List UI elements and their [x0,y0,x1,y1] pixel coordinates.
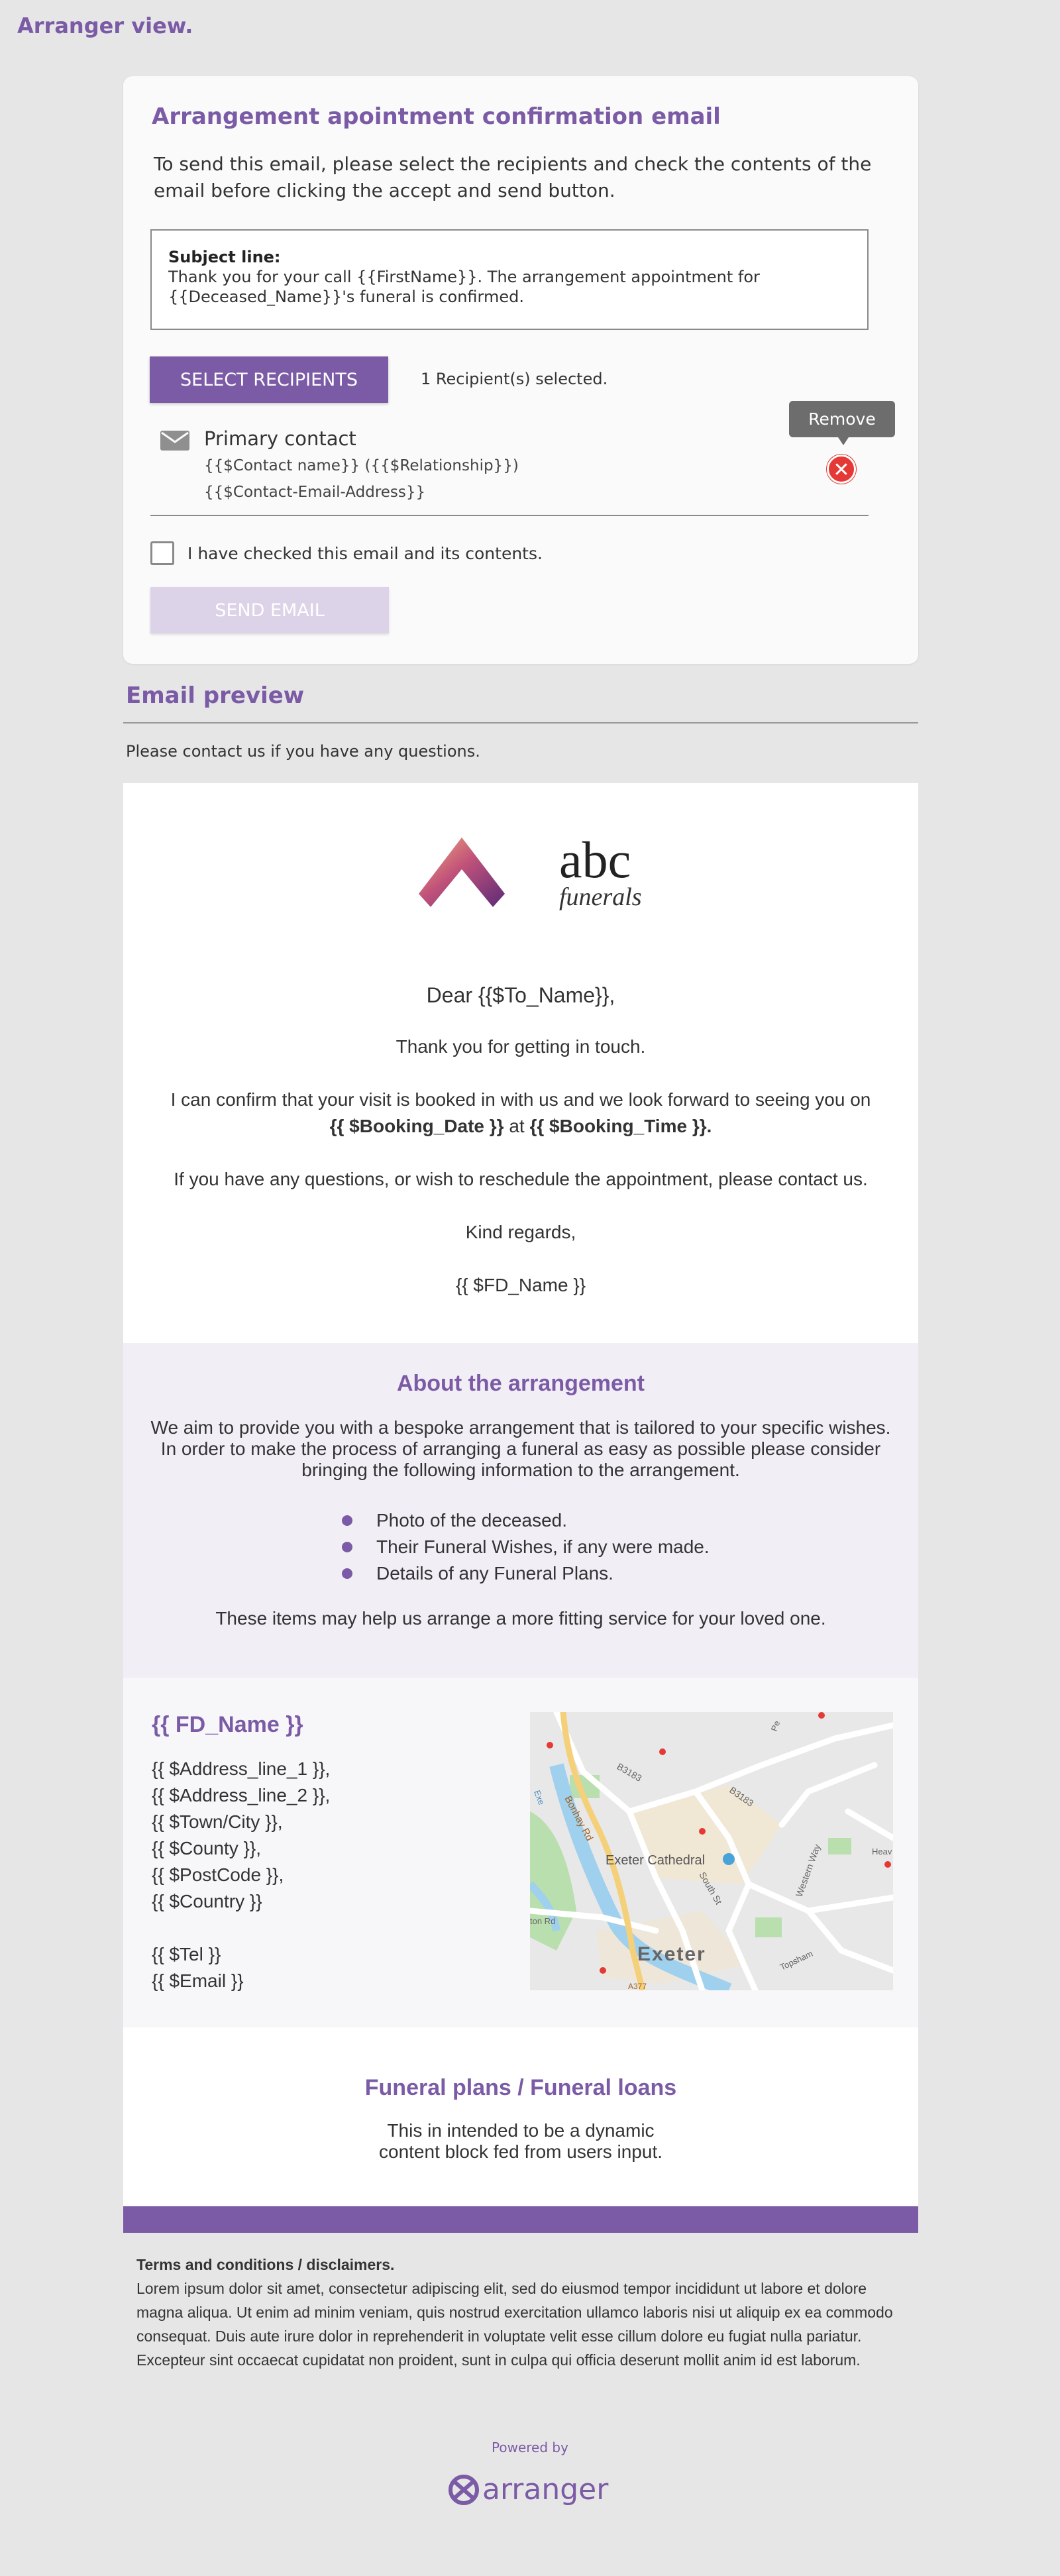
footer-bar [123,2206,918,2233]
map-landmark-label: Exeter Cathedral [606,1853,705,1868]
address-line: {{ $Country }} [152,1891,262,1911]
arranger-brand-text: arranger [482,2473,609,2506]
about-text: We aim to provide you with a bespoke arr… [150,1417,891,1480]
about-list: Photo of the deceased. Their Funeral Wis… [342,1507,710,1587]
address-email: {{ $Email }} [152,1970,244,1991]
recipient-email: {{$Contact-Email-Address}} [204,484,426,501]
terms-title: Terms and conditions / disclaimers. [136,2256,395,2273]
arranger-logo: arranger [449,2473,609,2506]
send-email-button[interactable]: SEND EMAIL [150,587,389,633]
recipient-name: Primary contact [204,427,356,450]
about-title: About the arrangement [396,1371,645,1396]
funeral-plans-section: Funeral plans / Funeral loans This in in… [123,2027,918,2206]
subject-label: Subject line: [168,248,281,266]
plans-title: Funeral plans / Funeral loans [364,2075,677,2100]
list-item: Photo of the deceased. [342,1507,710,1534]
map-road-label: A377 [628,1982,647,1990]
card-intro: To send this email, please select the re… [154,153,872,201]
email-signature: {{ $FD_Name }} [455,1275,586,1295]
map-city-label: Exeter [637,1943,706,1965]
map-road-label: Heav [872,1847,892,1856]
confirm-at: at [504,1116,530,1136]
email-thanks: Thank you for getting in touch. [396,1036,646,1057]
booking-time: {{ $Booking_Time }}. [529,1116,712,1136]
checked-contents-checkbox[interactable] [150,541,174,565]
address-line: {{ $Address_line_2 }}, [152,1785,331,1805]
recipient-divider [150,515,869,516]
plans-text: This in intended to be a dynamic content… [379,2120,662,2162]
view-title: Arranger view. [17,13,193,38]
recipient-relationship: {{$Contact name}} ({{$Relationship}}) [204,457,519,474]
email-preview-title: Email preview [126,682,305,709]
list-item: Details of any Funeral Plans. [342,1560,710,1587]
subject-text: Thank you for your call {{FirstName}}. T… [168,268,760,306]
about-section: About the arrangement We aim to provide … [123,1343,918,1678]
powered-by-label: Powered by [492,2440,568,2455]
logo-sub-text: funerals [559,883,642,911]
subject-line-box: Subject line: Thank you for your call {{… [150,229,869,330]
recipient-count: 1 Recipient(s) selected. [421,370,608,388]
email-confirm: I can confirm that your visit is booked … [123,1087,918,1140]
select-recipients-button[interactable]: SELECT RECIPIENTS [150,356,388,403]
terms-section: Terms and conditions / disclaimers. Lore… [136,2253,905,2372]
email-greeting: Dear {{$To_Name}}, [426,983,615,1007]
email-body: abc funerals Dear {{$To_Name}}, Thank yo… [123,783,918,1343]
address-line: {{ $County }}, [152,1838,262,1858]
booking-date: {{ $Booking_Date }} [329,1116,504,1136]
mail-icon [160,431,189,451]
logo-brand-text: abc [559,831,631,888]
preview-divider [123,722,918,724]
list-item: Their Funeral Wishes, if any were made. [342,1534,710,1560]
address-section: {{ FD_Name }} {{ $Address_line_1 }}, {{ … [123,1678,918,2027]
confirm-text: I can confirm that your visit is booked … [170,1089,871,1110]
address-tel: {{ $Tel }} [152,1944,221,1964]
address-line: {{ $Address_line_1 }}, [152,1758,331,1779]
remove-recipient-button[interactable]: ✕ [827,455,856,484]
location-map[interactable]: Exeter Cathedral Exeter B3183 B3183 Bonh… [530,1712,893,1990]
preview-note: Please contact us if you have any questi… [126,742,480,761]
address-lines: {{ $Address_line_1 }}, {{ $Address_line_… [152,1756,330,1994]
about-footer: These items may help us arrange a more f… [215,1608,826,1629]
confirmation-card: Arrangement apointment confirmation emai… [123,76,918,664]
address-line: {{ $PostCode }}, [152,1864,284,1885]
remove-tooltip: Remove [789,401,895,445]
terms-text: Lorem ipsum dolor sit amet, consectetur … [136,2280,893,2369]
fd-name: {{ FD_Name }} [152,1712,303,1737]
card-title: Arrangement apointment confirmation emai… [152,103,721,130]
address-line: {{ $Town/City }}, [152,1811,283,1832]
map-road-label: ton Rd [530,1916,555,1926]
abc-funerals-logo: abc funerals [419,831,642,911]
checked-contents-label[interactable]: I have checked this email and its conten… [187,544,543,563]
email-questions: If you have any questions, or wish to re… [174,1169,868,1189]
email-regards: Kind regards, [465,1222,576,1242]
